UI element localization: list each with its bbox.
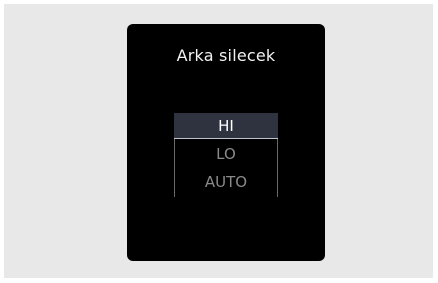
wiper-option-auto[interactable]: AUTO	[174, 169, 278, 195]
wiper-mode-selector[interactable]: HI LO AUTO	[174, 113, 278, 198]
selector-left-divider	[174, 139, 175, 197]
selector-right-divider	[277, 139, 278, 197]
rear-wiper-panel: Arka silecek HI LO AUTO	[127, 24, 325, 261]
wiper-option-hi[interactable]: HI	[174, 113, 278, 139]
screen-background: Arka silecek HI LO AUTO	[4, 4, 433, 278]
panel-title: Arka silecek	[176, 46, 276, 65]
wiper-option-lo[interactable]: LO	[174, 141, 278, 167]
